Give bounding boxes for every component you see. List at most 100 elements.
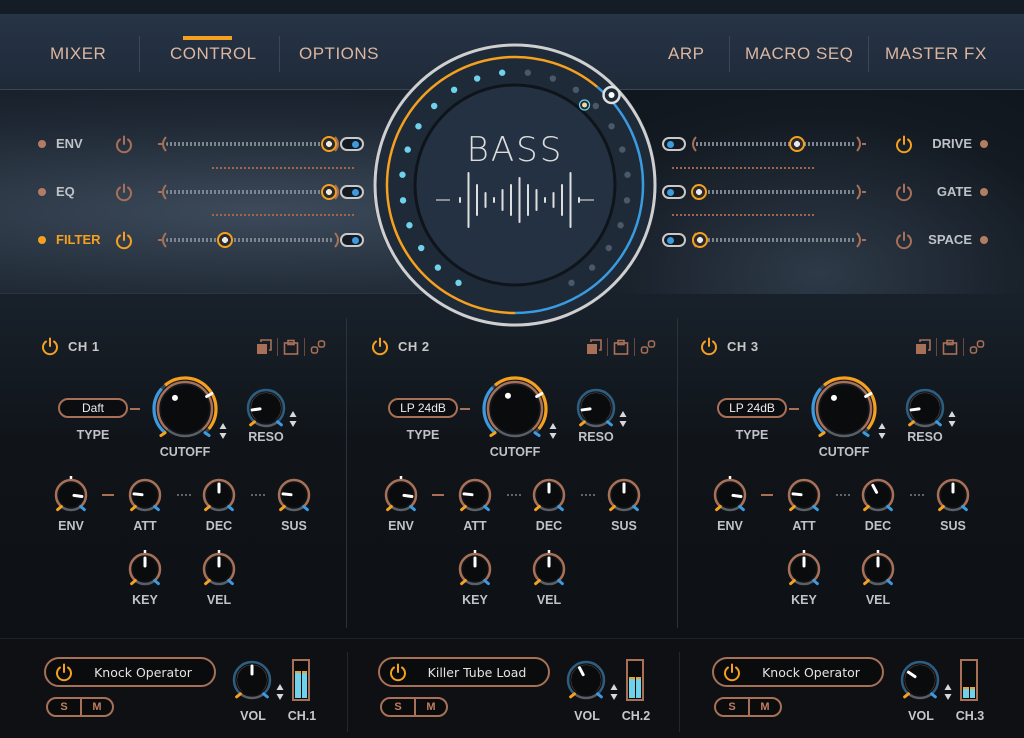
- tab-arp[interactable]: ARP: [668, 44, 704, 64]
- tab-control[interactable]: CONTROL: [170, 44, 257, 64]
- solo-button[interactable]: S: [48, 699, 80, 715]
- level-meter: [292, 659, 310, 701]
- channel-header: CH 3: [699, 336, 759, 356]
- mute-button[interactable]: M: [80, 699, 112, 715]
- power-icon[interactable]: [114, 182, 134, 202]
- copy-icon[interactable]: [915, 339, 931, 355]
- env-knob[interactable]: [52, 476, 90, 514]
- tab-options[interactable]: OPTIONS: [299, 44, 379, 64]
- mute-button[interactable]: M: [414, 699, 446, 715]
- power-icon[interactable]: [54, 662, 74, 682]
- paste-icon[interactable]: [942, 339, 958, 355]
- slider-track[interactable]: [166, 190, 334, 194]
- sus-knob[interactable]: [934, 476, 972, 514]
- fx-label: SPACE: [928, 232, 972, 247]
- volume-stepper[interactable]: [944, 683, 952, 701]
- power-icon[interactable]: [114, 134, 134, 154]
- dec-knob[interactable]: [530, 476, 568, 514]
- preset-name: Killer Tube Load: [427, 665, 527, 680]
- volume-stepper[interactable]: [276, 683, 284, 701]
- att-knob[interactable]: [456, 476, 494, 514]
- key-knob[interactable]: [785, 550, 823, 588]
- routing-toggle[interactable]: [340, 185, 364, 199]
- solo-button[interactable]: S: [716, 699, 748, 715]
- power-icon[interactable]: [370, 336, 390, 356]
- preset-selector[interactable]: Knock Operator: [712, 657, 884, 687]
- slider-thumb[interactable]: [216, 232, 233, 248]
- power-icon[interactable]: [894, 134, 914, 154]
- slider-track[interactable]: [166, 142, 334, 146]
- link-icon[interactable]: [640, 339, 656, 355]
- routing-toggle[interactable]: [340, 137, 364, 151]
- tab-master-fx[interactable]: MASTER FX: [885, 44, 987, 64]
- att-label: ATT: [133, 519, 157, 533]
- solo-button[interactable]: S: [382, 699, 414, 715]
- link-icon[interactable]: [310, 339, 326, 355]
- filter-type-select[interactable]: LP 24dB: [717, 398, 787, 418]
- cutoff-label: CUTOFF: [818, 445, 870, 459]
- slider-thumb[interactable]: [788, 136, 805, 152]
- volume-knob[interactable]: [564, 658, 608, 702]
- reso-stepper[interactable]: [619, 410, 627, 428]
- slider-track[interactable]: [692, 142, 856, 146]
- mute-button[interactable]: M: [748, 699, 780, 715]
- power-icon[interactable]: [699, 336, 719, 356]
- reso-knob[interactable]: [244, 386, 288, 430]
- env-knob[interactable]: [711, 476, 749, 514]
- vel-knob[interactable]: [200, 550, 238, 588]
- power-icon[interactable]: [894, 182, 914, 202]
- routing-toggle[interactable]: [340, 233, 364, 247]
- sus-knob[interactable]: [605, 476, 643, 514]
- slider-thumb[interactable]: [320, 136, 337, 152]
- copy-icon[interactable]: [586, 339, 602, 355]
- cutoff-stepper[interactable]: [549, 422, 557, 440]
- copy-icon[interactable]: [256, 339, 272, 355]
- sus-knob[interactable]: [275, 476, 313, 514]
- paste-icon[interactable]: [283, 339, 299, 355]
- vel-knob[interactable]: [530, 550, 568, 588]
- cutoff-stepper[interactable]: [219, 422, 227, 440]
- paste-icon[interactable]: [613, 339, 629, 355]
- reso-knob[interactable]: [903, 386, 947, 430]
- slider-thumb[interactable]: [320, 184, 337, 200]
- volume-stepper[interactable]: [610, 683, 618, 701]
- filter-type-select[interactable]: Daft: [58, 398, 128, 418]
- env-knob[interactable]: [382, 476, 420, 514]
- routing-toggle[interactable]: [662, 185, 686, 199]
- dec-knob[interactable]: [859, 476, 897, 514]
- preset-selector[interactable]: Knock Operator: [44, 657, 216, 687]
- slider-track[interactable]: [166, 238, 334, 242]
- slider-thumb[interactable]: [690, 184, 707, 200]
- reso-stepper[interactable]: [289, 410, 297, 428]
- power-icon[interactable]: [894, 230, 914, 250]
- dec-knob[interactable]: [200, 476, 238, 514]
- att-knob[interactable]: [126, 476, 164, 514]
- power-icon[interactable]: [388, 662, 408, 682]
- reso-knob[interactable]: [574, 386, 618, 430]
- slider-track[interactable]: [692, 238, 856, 242]
- cutoff-knob[interactable]: [809, 374, 879, 444]
- routing-toggle[interactable]: [662, 137, 686, 151]
- slider-track[interactable]: [692, 190, 856, 194]
- status-dot: [38, 188, 46, 196]
- routing-toggle[interactable]: [662, 233, 686, 247]
- cutoff-stepper[interactable]: [878, 422, 886, 440]
- cutoff-knob[interactable]: [150, 374, 220, 444]
- filter-type-select[interactable]: LP 24dB: [388, 398, 458, 418]
- key-knob[interactable]: [456, 550, 494, 588]
- link-icon[interactable]: [969, 339, 985, 355]
- reso-stepper[interactable]: [948, 410, 956, 428]
- volume-knob[interactable]: [230, 658, 274, 702]
- key-knob[interactable]: [126, 550, 164, 588]
- att-knob[interactable]: [785, 476, 823, 514]
- tab-mixer[interactable]: MIXER: [50, 44, 106, 64]
- main-dial[interactable]: BASS: [370, 40, 660, 330]
- cutoff-knob[interactable]: [480, 374, 550, 444]
- preset-selector[interactable]: Killer Tube Load: [378, 657, 550, 687]
- volume-knob[interactable]: [898, 658, 942, 702]
- vel-knob[interactable]: [859, 550, 897, 588]
- power-icon[interactable]: [114, 230, 134, 250]
- power-icon[interactable]: [722, 662, 742, 682]
- power-icon[interactable]: [40, 336, 60, 356]
- tab-macro-seq[interactable]: MACRO SEQ: [745, 44, 853, 64]
